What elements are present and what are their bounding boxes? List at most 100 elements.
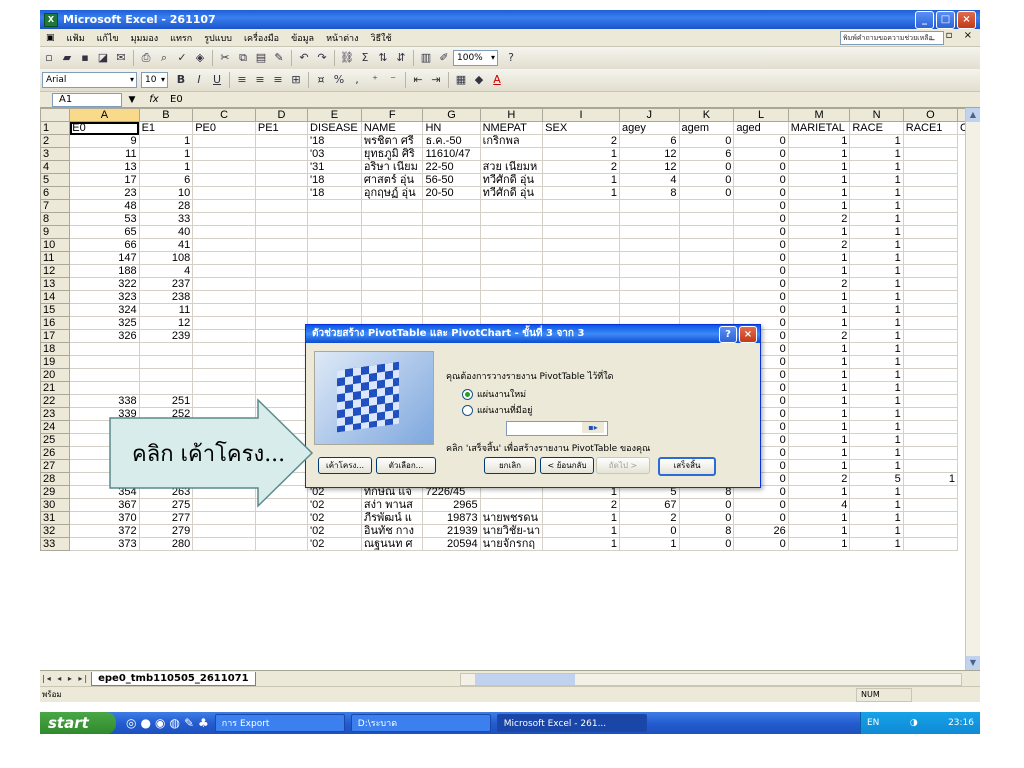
cell[interactable] <box>479 212 544 226</box>
cell[interactable] <box>254 329 309 343</box>
cell[interactable] <box>254 524 309 538</box>
cell[interactable] <box>618 225 680 239</box>
cell[interactable] <box>254 251 309 265</box>
cell[interactable] <box>902 212 958 226</box>
media-icon[interactable]: ● <box>140 716 150 730</box>
cell[interactable] <box>69 355 140 369</box>
cell[interactable]: 188 <box>69 264 140 278</box>
cell[interactable] <box>69 368 140 382</box>
menu-file[interactable]: แฟ้ม <box>61 31 91 45</box>
cell[interactable] <box>902 355 958 369</box>
cell[interactable] <box>254 511 309 525</box>
cell[interactable]: ภีรพัฒน์ แ <box>360 511 424 525</box>
cell[interactable]: 1 <box>787 446 851 460</box>
cell[interactable] <box>902 160 958 174</box>
cell[interactable] <box>307 238 362 252</box>
cell[interactable]: 20-50 <box>422 186 481 200</box>
bold-button[interactable]: B <box>173 72 189 88</box>
cell[interactable] <box>138 368 194 382</box>
cell[interactable]: 1 <box>787 251 851 265</box>
cell[interactable] <box>479 303 544 317</box>
cell[interactable]: NAME <box>360 121 424 135</box>
cell[interactable] <box>254 238 309 252</box>
comma-style-icon[interactable]: , <box>349 72 365 88</box>
cell[interactable] <box>422 212 481 226</box>
cell[interactable] <box>192 160 256 174</box>
row-header[interactable]: 33 <box>40 537 71 551</box>
align-center-icon[interactable]: ≡ <box>252 72 268 88</box>
cell[interactable]: 1 <box>849 303 904 317</box>
cell[interactable]: 1 <box>138 160 194 174</box>
cell[interactable] <box>479 238 544 252</box>
cell[interactable] <box>307 251 362 265</box>
cell[interactable]: 48 <box>69 199 140 213</box>
spelling-icon[interactable]: ✓ <box>174 50 190 66</box>
cell[interactable]: 147 <box>69 251 140 265</box>
cell[interactable] <box>69 381 140 395</box>
cell[interactable]: 1 <box>849 511 904 525</box>
menu-help[interactable]: วิธีใช้ <box>365 31 398 45</box>
sheet-nav-icon[interactable]: |◂ ◂ ▸ ▸| <box>40 674 91 683</box>
row-header[interactable]: 22 <box>40 394 71 408</box>
cell[interactable]: 41 <box>138 238 194 252</box>
cell[interactable] <box>254 264 309 278</box>
cell[interactable] <box>479 498 544 512</box>
permission-icon[interactable]: ◪ <box>95 50 111 66</box>
cell[interactable] <box>192 147 256 161</box>
cell[interactable] <box>69 342 140 356</box>
cell[interactable] <box>678 303 735 317</box>
cell[interactable]: 1 <box>787 537 851 551</box>
name-box-dropdown-icon[interactable]: ▼ <box>122 95 142 105</box>
cell[interactable] <box>479 264 544 278</box>
row-header[interactable]: 5 <box>40 173 71 187</box>
help-icon[interactable]: ? <box>503 50 519 66</box>
cell[interactable]: 1 <box>787 290 851 304</box>
cell[interactable]: 1 <box>787 511 851 525</box>
cell[interactable] <box>360 303 424 317</box>
cell[interactable]: 2 <box>542 134 620 148</box>
cell[interactable] <box>678 264 735 278</box>
cell[interactable]: 1 <box>787 199 851 213</box>
cell[interactable]: 1 <box>849 264 904 278</box>
cell[interactable]: agey <box>618 121 680 135</box>
cell[interactable]: 2965 <box>422 498 481 512</box>
column-header[interactable]: C <box>192 108 256 122</box>
cell[interactable]: 2 <box>787 212 851 226</box>
radio-new-sheet-label[interactable]: แผ่นงานใหม่ <box>477 387 526 401</box>
menu-window[interactable]: หน้าต่าง <box>320 31 364 45</box>
cell[interactable] <box>360 238 424 252</box>
cell[interactable] <box>192 134 256 148</box>
taskbar-item-excel[interactable]: Microsoft Excel - 261... <box>496 714 647 732</box>
radio-new-sheet-dot[interactable] <box>462 388 473 400</box>
cell[interactable]: 0 <box>733 264 789 278</box>
cell[interactable]: '03 <box>307 147 362 161</box>
cell[interactable]: 65 <box>69 225 140 239</box>
copy-icon[interactable]: ⧉ <box>235 50 251 66</box>
cell[interactable]: 0 <box>678 511 735 525</box>
cell[interactable] <box>902 407 958 421</box>
row-header[interactable]: 21 <box>40 381 71 395</box>
cell[interactable]: 0 <box>733 225 789 239</box>
cell[interactable]: 1 <box>787 433 851 447</box>
finish-button[interactable]: เสร็จสิ้น <box>658 457 716 476</box>
cell[interactable] <box>254 173 309 187</box>
row-header[interactable]: 16 <box>40 316 71 330</box>
column-header[interactable]: O <box>902 108 958 122</box>
menu-view[interactable]: มุมมอง <box>125 31 165 45</box>
cell[interactable] <box>192 225 256 239</box>
cell[interactable]: 9 <box>69 134 140 148</box>
cell[interactable]: 1 <box>849 277 904 291</box>
cell[interactable]: 22-50 <box>422 160 481 174</box>
open-icon[interactable]: ▰ <box>59 50 75 66</box>
cell[interactable]: 0 <box>678 160 735 174</box>
cell[interactable]: RACE <box>849 121 904 135</box>
cell[interactable] <box>542 238 620 252</box>
cell[interactable] <box>360 290 424 304</box>
font-color-icon[interactable]: A <box>489 72 505 88</box>
cell[interactable] <box>678 251 735 265</box>
cell[interactable] <box>192 251 256 265</box>
cell[interactable] <box>902 186 958 200</box>
cell[interactable]: 1 <box>849 537 904 551</box>
cell[interactable] <box>618 238 680 252</box>
column-header[interactable]: N <box>849 108 904 122</box>
